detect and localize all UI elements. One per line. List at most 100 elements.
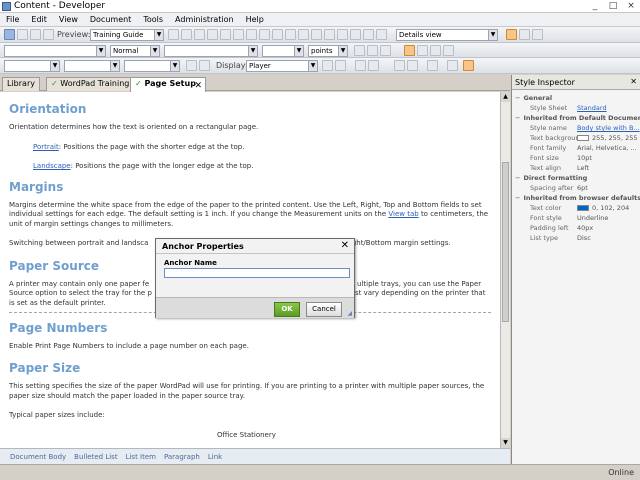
new-icon[interactable]	[4, 29, 15, 40]
layout-icon[interactable]	[506, 29, 517, 40]
unit-select[interactable]: points ▼	[308, 45, 348, 57]
heading-orientation: Orientation	[9, 102, 87, 116]
delete-icon[interactable]	[246, 29, 257, 40]
editor-scrollbar[interactable]: ▲ ▼	[500, 92, 510, 448]
highlight-icon[interactable]	[322, 60, 333, 71]
numbered-list-icon[interactable]	[463, 60, 474, 71]
source-icon[interactable]	[532, 29, 543, 40]
cancel-button[interactable]: Cancel	[306, 302, 342, 317]
view-mode-select[interactable]: Details view ▼	[396, 29, 498, 41]
superscript-icon[interactable]	[407, 60, 418, 71]
table-icon[interactable]	[311, 29, 322, 40]
redo-icon[interactable]	[194, 29, 205, 40]
dialog-title-bar[interactable]: Anchor Properties ✕	[156, 239, 354, 254]
tab-page-setup[interactable]: ✓ Page Setup ✕	[130, 77, 206, 92]
lowercase-icon[interactable]	[368, 60, 379, 71]
tab-wordpad-training[interactable]: ✓ WordPad Training	[46, 77, 135, 91]
symbol-icon[interactable]	[337, 29, 348, 40]
anchor-properties-dialog: Anchor Properties ✕ Anchor Name OK Cance…	[155, 238, 355, 318]
comment-icon[interactable]	[363, 29, 374, 40]
cut-icon[interactable]	[207, 29, 218, 40]
font-style-select[interactable]: Normal ▼	[110, 45, 160, 57]
tags-icon[interactable]	[519, 29, 530, 40]
scroll-up-icon[interactable]: ▲	[501, 92, 510, 102]
inspector-title: Style Inspector	[515, 78, 575, 87]
close-icon[interactable]: ✕	[341, 240, 349, 251]
anchor-icon[interactable]	[285, 29, 296, 40]
portrait-link[interactable]: Portrait	[33, 143, 59, 151]
inspector-section-general[interactable]: − General	[512, 94, 640, 104]
undo-icon[interactable]	[181, 29, 192, 40]
menu-view[interactable]: View	[59, 15, 78, 24]
inspector-section-default-document[interactable]: − Inherited from Default Document	[512, 114, 640, 124]
style-sheet-link[interactable]: Standard	[577, 104, 607, 112]
display-select[interactable]: Player ▼	[246, 60, 318, 72]
minimize-button[interactable]: _	[588, 1, 602, 12]
view-tab-link[interactable]: View tab	[388, 210, 418, 218]
menu-edit[interactable]: Edit	[31, 15, 47, 24]
open-icon[interactable]	[17, 29, 28, 40]
font-size-select[interactable]: ▼	[262, 45, 304, 57]
paragraph-style-select[interactable]: ▼	[4, 45, 106, 57]
close-icon[interactable]: ✕	[630, 77, 637, 86]
close-icon[interactable]: ✕	[194, 81, 202, 91]
menu-document[interactable]: Document	[90, 15, 131, 24]
subscript-icon[interactable]	[394, 60, 405, 71]
scroll-down-icon[interactable]: ▼	[501, 438, 510, 448]
resize-grip-icon[interactable]: ◢	[347, 310, 352, 317]
preview-select[interactable]: Training Guide ▼	[90, 29, 164, 41]
spell-check-icon[interactable]	[168, 29, 179, 40]
justify-icon[interactable]	[443, 45, 454, 56]
inspector-section-direct-formatting[interactable]: − Direct formatting	[512, 174, 640, 184]
find-icon[interactable]	[259, 29, 270, 40]
path-bulleted-list[interactable]: Bulleted List	[74, 453, 117, 461]
font-color-icon[interactable]	[335, 60, 346, 71]
span-select[interactable]: ▼	[64, 60, 120, 72]
status-bar: Online	[0, 464, 640, 480]
text-icon[interactable]	[355, 60, 366, 71]
path-link[interactable]: Link	[208, 453, 222, 461]
underline-icon[interactable]	[380, 45, 391, 56]
class-select[interactable]: ▼	[4, 60, 60, 72]
close-button[interactable]: ×	[624, 1, 638, 12]
list-icon[interactable]	[447, 60, 458, 71]
indent-icon[interactable]	[199, 60, 210, 71]
paste-icon[interactable]	[233, 29, 244, 40]
insert-icon[interactable]	[186, 60, 197, 71]
align-right-icon[interactable]	[430, 45, 441, 56]
font-family-select[interactable]: ▼	[164, 45, 258, 57]
menu-tools[interactable]: Tools	[143, 15, 163, 24]
menu-administration[interactable]: Administration	[175, 15, 234, 24]
inspector-section-browser-defaults[interactable]: − Inherited from browser defaults	[512, 194, 640, 204]
link-icon[interactable]	[272, 29, 283, 40]
switching-text-b: Right/Bottom margin settings.	[345, 239, 451, 247]
ok-button[interactable]: OK	[274, 302, 300, 317]
anchor-name-input[interactable]	[164, 268, 350, 278]
block-select[interactable]: ▼	[124, 60, 180, 72]
path-paragraph[interactable]: Paragraph	[164, 453, 200, 461]
menu-help[interactable]: Help	[246, 15, 264, 24]
print-icon[interactable]	[43, 29, 54, 40]
align-center-icon[interactable]	[417, 45, 428, 56]
view-mode-value: Details view	[399, 31, 442, 39]
path-list-item[interactable]: List Item	[126, 453, 156, 461]
maximize-button[interactable]: □	[606, 1, 620, 12]
landscape-line: Landscape: Positions the page with the l…	[33, 162, 491, 172]
tab-library[interactable]: Library	[2, 77, 40, 91]
save-icon[interactable]	[30, 29, 41, 40]
menu-file[interactable]: File	[6, 15, 19, 24]
align-left-icon[interactable]	[404, 45, 415, 56]
inspector-row: Text color 0, 102, 204	[512, 204, 640, 214]
copy-icon[interactable]	[220, 29, 231, 40]
italic-icon[interactable]	[367, 45, 378, 56]
style-name-link[interactable]: Body style with B...	[577, 124, 640, 132]
variable-icon[interactable]	[376, 29, 387, 40]
image-icon[interactable]	[298, 29, 309, 40]
scroll-thumb[interactable]	[502, 162, 509, 322]
media-icon[interactable]	[350, 29, 361, 40]
landscape-link[interactable]: Landscape	[33, 162, 71, 170]
pencil-icon[interactable]	[427, 60, 438, 71]
path-document-body[interactable]: Document Body	[10, 453, 66, 461]
hr-icon[interactable]	[324, 29, 335, 40]
bold-icon[interactable]	[354, 45, 365, 56]
